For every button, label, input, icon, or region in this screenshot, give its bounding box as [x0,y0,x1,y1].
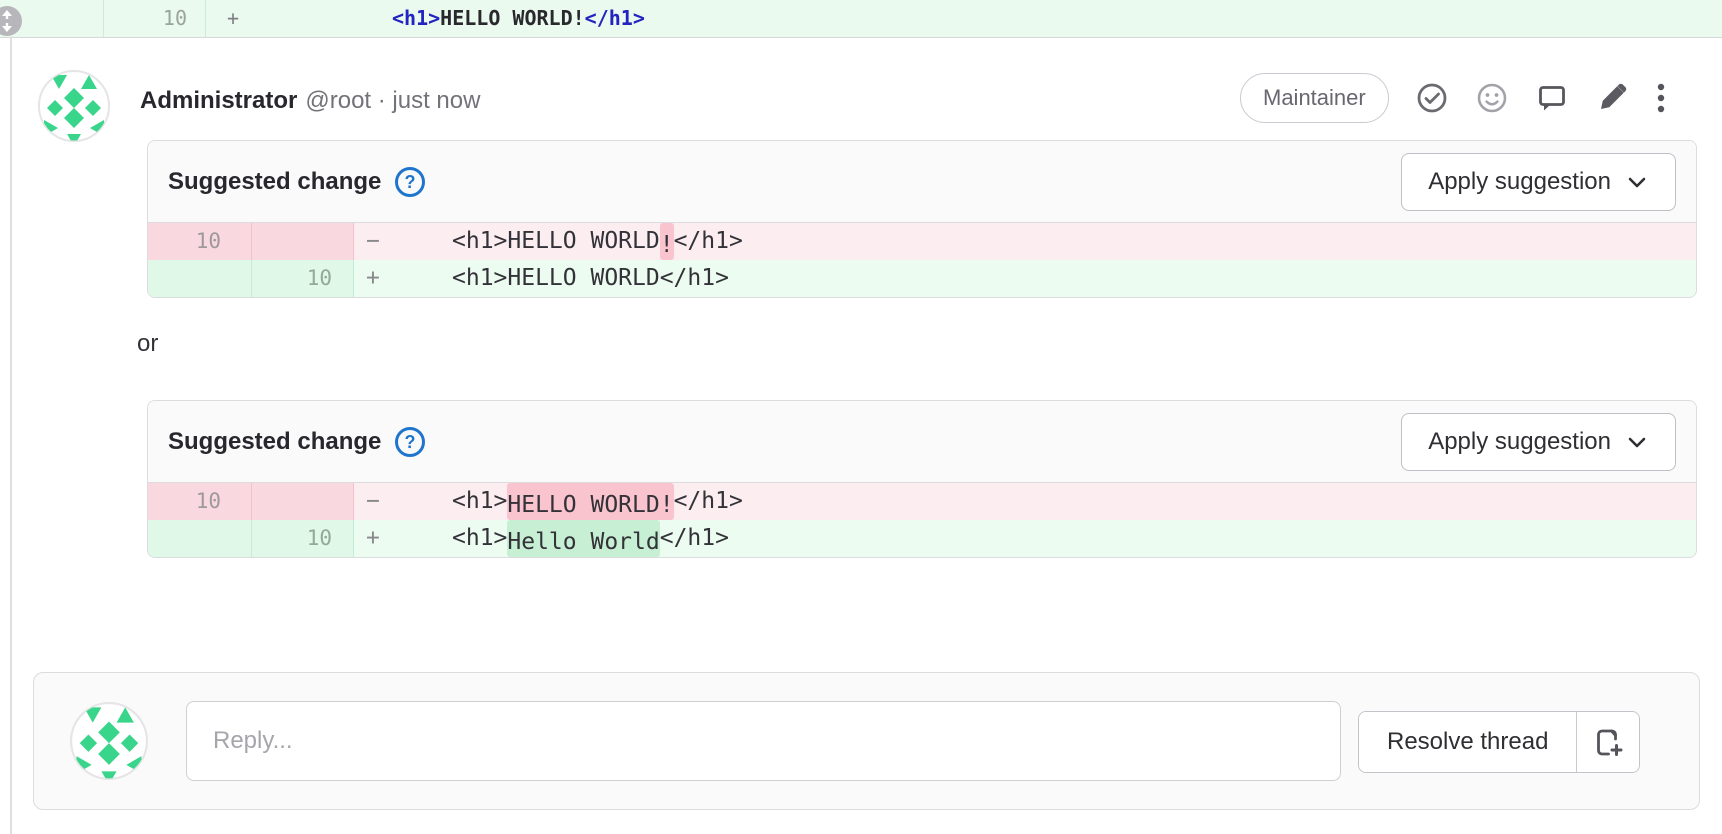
new-line-number [252,223,354,260]
code-pre: <h1> [452,520,507,557]
code-cell: −<h1>HELLO WORLD!</h1> [354,223,1696,260]
code-text: HELLO WORLD! [440,6,585,30]
diff-added-line: 10 +<h1>HELLO WORLD!</h1> [0,0,1722,38]
open-tag: <h1> [392,6,440,30]
note-actions: Maintainer [1240,73,1667,123]
suggestion-box: Suggested change ? Apply suggestion 10 −… [147,400,1697,558]
suggestion-title: Suggested change [168,428,381,456]
author-meta: @root · just now [305,87,480,114]
new-line-number[interactable]: 10 [104,0,206,37]
note-header-text: Administrator @root · just now [140,86,480,116]
old-line-number: 10 [148,223,252,260]
current-user-avatar [70,702,148,780]
apply-suggestion-label: Apply suggestion [1428,168,1611,196]
author-avatar[interactable] [38,70,110,142]
or-separator: or [137,330,158,358]
new-line-number [252,483,354,520]
resolve-thread-button[interactable]: Resolve thread [1359,712,1577,772]
code-post: </h1> [674,223,743,260]
expand-lines-icon[interactable] [0,6,22,36]
apply-suggestion-label: Apply suggestion [1428,428,1611,456]
removed-line: 10 −<h1>HELLO WORLD!</h1> [148,483,1696,520]
chevron-down-icon [1625,430,1649,454]
suggestion-box: Suggested change ? Apply suggestion 10 −… [147,140,1697,298]
author-name[interactable]: Administrator [140,87,297,114]
removed-word-highlight: ! [660,223,674,260]
resolve-with-issue-button[interactable] [1577,712,1639,772]
suggestion-title: Suggested change [168,168,381,196]
removed-line: 10 −<h1>HELLO WORLD!</h1> [148,223,1696,260]
comment-icon[interactable] [1535,81,1569,115]
more-actions-icon[interactable] [1655,81,1667,115]
code-pre: <h1>HELLO WORLD</h1> [452,260,729,297]
reply-input[interactable] [186,701,1341,781]
help-icon[interactable]: ? [393,425,427,459]
code-cell: −<h1>HELLO WORLD!</h1> [354,483,1696,520]
suggestion-header: Suggested change ? Apply suggestion [148,401,1696,483]
mr-discussion-screen: 10 +<h1>HELLO WORLD!</h1> [0,0,1722,834]
resolve-thread-group: Resolve thread [1358,711,1640,773]
new-line-number: 10 [252,260,354,297]
code-pre: <h1>HELLO WORLD [452,223,660,260]
added-line: 10 +<h1>HELLO WORLD</h1> [148,260,1696,297]
removed-word-highlight: HELLO WORLD! [507,483,673,520]
plus-sign: + [227,0,392,37]
help-icon[interactable]: ? [393,165,427,199]
reply-footer: Resolve thread [33,672,1700,810]
code-pre: <h1> [452,483,507,520]
svg-text:?: ? [405,432,416,452]
old-line-number [148,520,252,557]
code-post: </h1> [660,520,729,557]
role-badge: Maintainer [1240,73,1389,123]
new-line-number: 10 [252,520,354,557]
old-line-number: 10 [148,483,252,520]
code-line: <h1>HELLO WORLD!</h1> [392,6,645,30]
new-issue-icon [1591,725,1625,759]
close-tag: </h1> [585,6,645,30]
chevron-down-icon [1625,170,1649,194]
added-word-highlight: Hello World [507,520,659,557]
emoji-reaction-icon[interactable] [1475,81,1509,115]
resolve-check-icon[interactable] [1415,81,1449,115]
suggestion-header: Suggested change ? Apply suggestion [148,141,1696,223]
edit-pencil-icon[interactable] [1595,81,1629,115]
diff-code-cell: +<h1>HELLO WORLD!</h1> [206,0,1722,37]
svg-text:?: ? [405,172,416,192]
code-post: </h1> [674,483,743,520]
apply-suggestion-button[interactable]: Apply suggestion [1401,413,1676,471]
thread-left-border [10,38,12,834]
plus-sign: + [366,520,452,557]
minus-sign: − [366,223,452,260]
apply-suggestion-button[interactable]: Apply suggestion [1401,153,1676,211]
code-cell: +<h1>Hello World</h1> [354,520,1696,557]
added-line: 10 +<h1>Hello World</h1> [148,520,1696,557]
code-cell: +<h1>HELLO WORLD</h1> [354,260,1696,297]
minus-sign: − [366,483,452,520]
old-line-number [148,260,252,297]
plus-sign: + [366,260,452,297]
